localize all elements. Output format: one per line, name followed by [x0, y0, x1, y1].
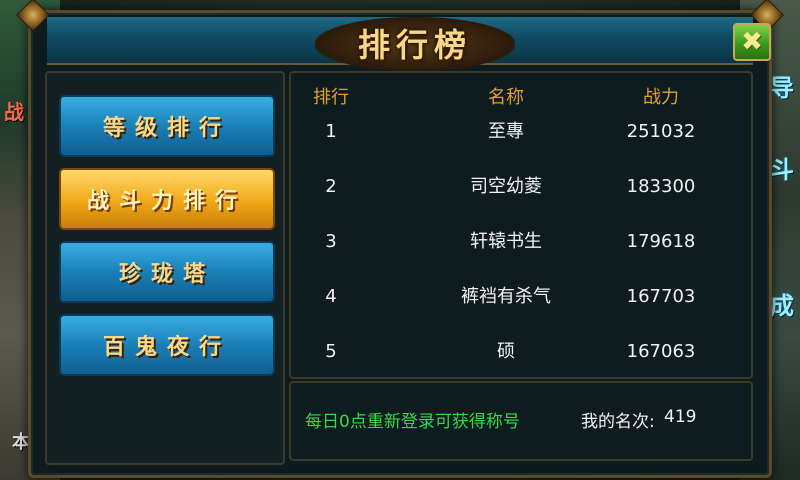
power-cell: 167063: [626, 341, 696, 362]
header-rank: 排行: [313, 87, 349, 108]
name-cell: 轩辕书生: [470, 231, 542, 252]
name-cell: 司空幼菱: [470, 176, 542, 197]
name-cell: 裤裆有杀气: [461, 286, 551, 307]
tab-combat-power-ranking[interactable]: 战斗力排行: [59, 168, 275, 230]
ranking-table: 排行 名称 战力 1 至專 251032 2 司空幼菱 183300 3 轩辕书…: [289, 71, 753, 379]
title-bar: 排行榜 ✖: [47, 17, 771, 71]
rank-cell: 5: [325, 341, 337, 362]
close-icon: ✖: [741, 27, 763, 57]
table-row[interactable]: 4 裤裆有杀气 167703: [291, 282, 751, 312]
rank-cell: 4: [325, 286, 337, 307]
table-row[interactable]: 1 至專 251032: [291, 117, 751, 147]
close-button[interactable]: ✖: [733, 23, 771, 61]
table-row[interactable]: 3 轩辕书生 179618: [291, 227, 751, 257]
power-cell: 183300: [626, 176, 696, 197]
background-glyph: 成: [770, 291, 794, 320]
rank-cell: 3: [325, 231, 337, 252]
leaderboard-panel: 排行榜 ✖ 等级排行 战斗力排行 珍珑塔 百鬼夜行 排行 名称 战力 1 至專 …: [16, 0, 784, 478]
tab-night-parade[interactable]: 百鬼夜行: [59, 314, 275, 376]
my-rank-label: 我的名次:: [581, 412, 655, 432]
rank-cell: 2: [325, 176, 337, 197]
footer-box: 每日0点重新登录可获得称号 我的名次: 419: [289, 381, 753, 461]
table-row[interactable]: 5 硕 167063: [291, 337, 751, 367]
background-glyph: 战: [4, 100, 24, 124]
power-cell: 167703: [626, 286, 696, 307]
my-rank-value: 419: [664, 407, 697, 427]
power-cell: 179618: [626, 231, 696, 252]
name-cell: 至專: [488, 121, 524, 142]
rank-cell: 1: [325, 121, 337, 142]
tab-column: 等级排行 战斗力排行 珍珑塔 百鬼夜行: [45, 71, 285, 465]
table-row[interactable]: 2 司空幼菱 183300: [291, 172, 751, 202]
header-power: 战力: [643, 87, 679, 108]
tab-zhenlong-tower[interactable]: 珍珑塔: [59, 241, 275, 303]
background-glyph: 斗: [770, 155, 794, 184]
title-reward-tip: 每日0点重新登录可获得称号: [305, 412, 520, 432]
power-cell: 251032: [626, 121, 696, 142]
table-header: 排行 名称 战力: [291, 83, 751, 113]
panel-title: 排行榜: [357, 26, 472, 64]
background-glyph: 导: [770, 73, 794, 102]
tab-level-ranking[interactable]: 等级排行: [59, 95, 275, 157]
name-cell: 硕: [497, 341, 515, 362]
header-name: 名称: [488, 87, 524, 108]
